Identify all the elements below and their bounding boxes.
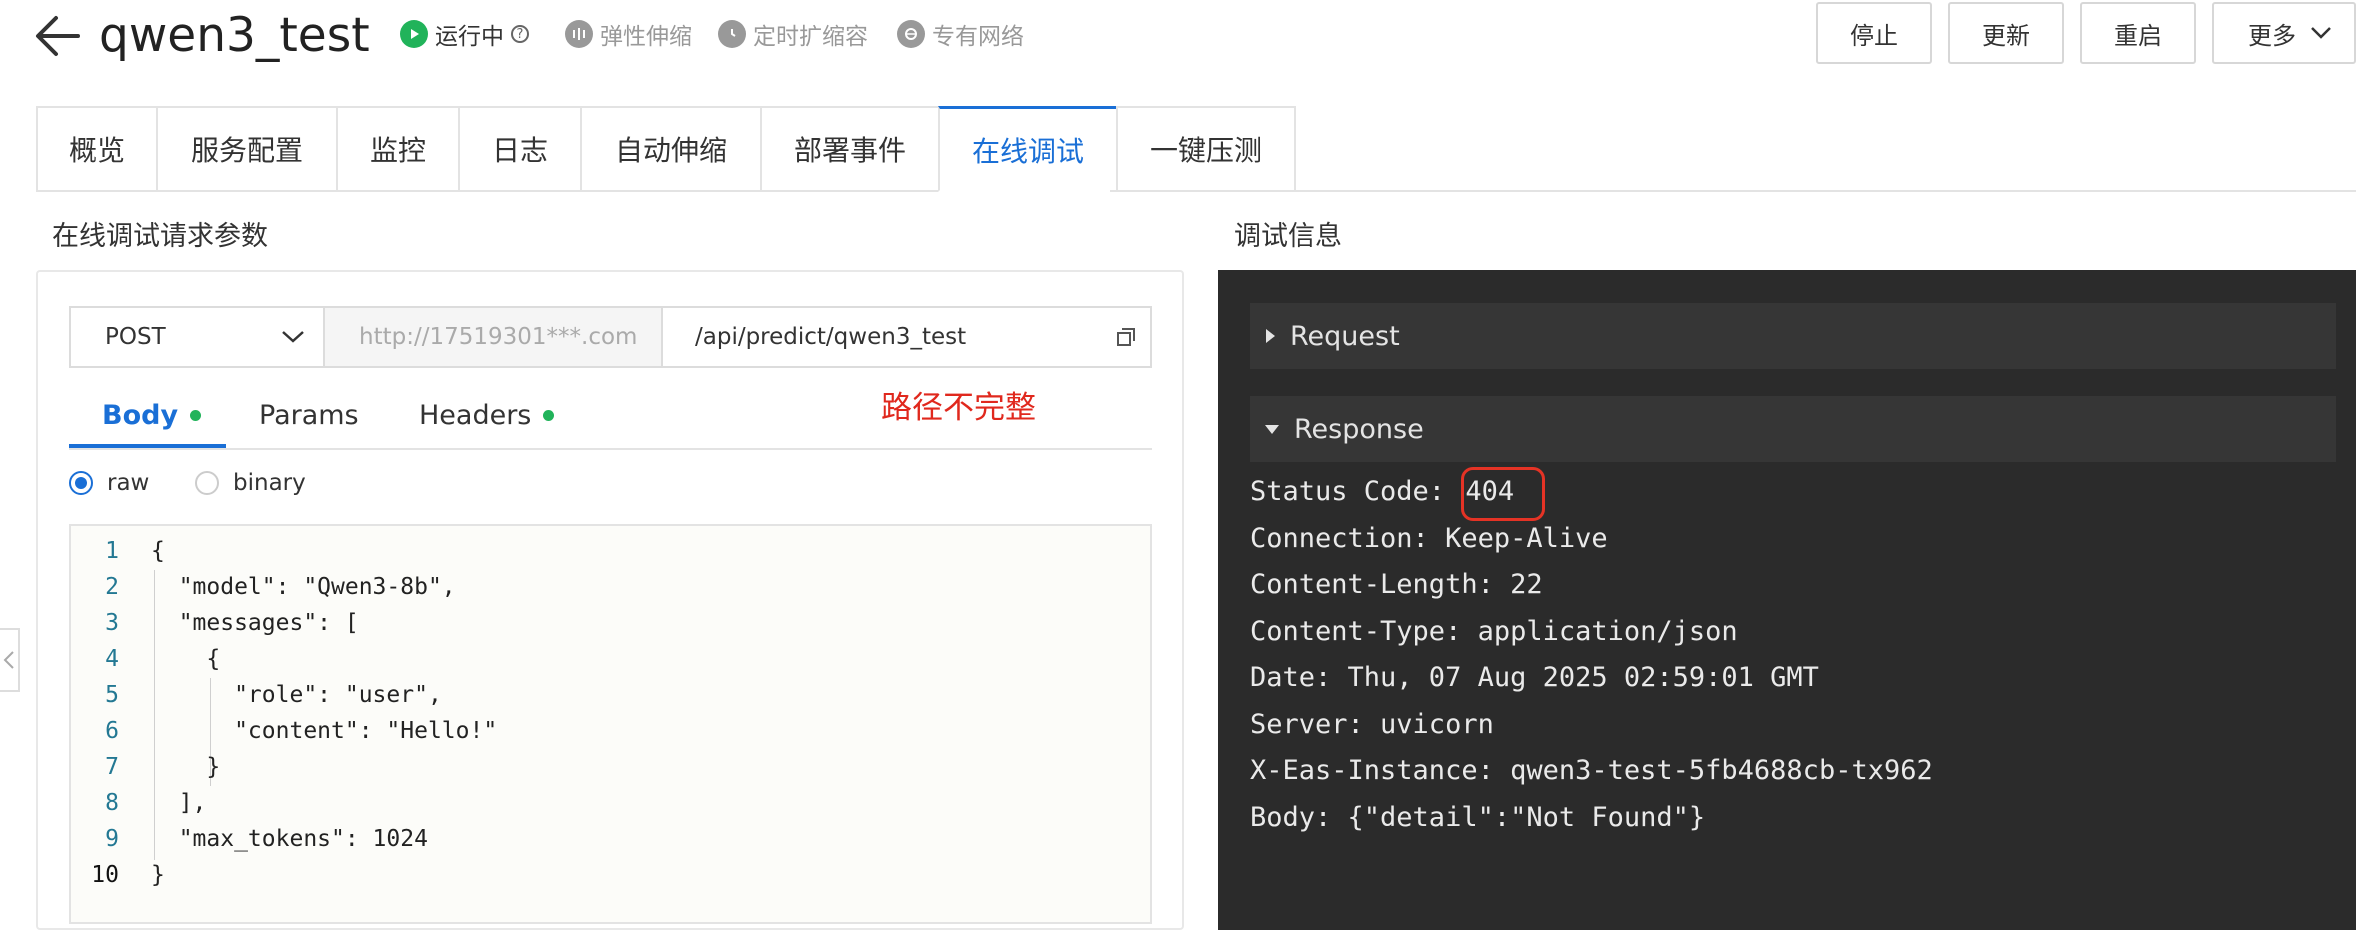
code-line: "messages": [ bbox=[151, 610, 359, 636]
tab-divider bbox=[1110, 190, 2356, 192]
radio-raw-label: raw bbox=[107, 470, 150, 496]
more-label: 更多 bbox=[2248, 21, 2296, 50]
tab-online-debug[interactable]: 在线调试 bbox=[938, 106, 1118, 192]
chevron-down-icon bbox=[2311, 27, 2331, 39]
chevron-left-icon bbox=[3, 651, 14, 669]
play-circle-icon bbox=[400, 20, 428, 48]
line-number: 2 bbox=[105, 574, 119, 600]
code-line: { bbox=[151, 538, 165, 564]
line-number-active: 10 bbox=[91, 862, 119, 888]
request-params-title: 在线调试请求参数 bbox=[52, 221, 268, 252]
collapse-sidebar-button[interactable] bbox=[0, 628, 20, 692]
page-title: qwen3_test bbox=[99, 8, 370, 63]
response-header-line: Connection: Keep-Alive bbox=[1250, 523, 1608, 554]
status-label: 弹性伸缩 bbox=[600, 24, 692, 50]
status-label: 专有网络 bbox=[932, 24, 1024, 50]
restart-button[interactable]: 重启 bbox=[2080, 2, 2196, 64]
code-line: } bbox=[151, 862, 165, 888]
tab-service-config[interactable]: 服务配置 bbox=[156, 106, 338, 192]
response-header-line: Server: uvicorn bbox=[1250, 709, 1494, 740]
subtab-body[interactable]: Body bbox=[102, 382, 202, 448]
code-line: ], bbox=[151, 790, 207, 816]
line-number: 1 bbox=[105, 538, 119, 564]
method-value: POST bbox=[105, 324, 166, 350]
network-icon bbox=[897, 20, 925, 48]
subtab-body-label: Body bbox=[102, 399, 179, 431]
code-editor[interactable]: 1 2 3 4 5 6 7 8 9 10 { "model": "Qwen3-8… bbox=[69, 524, 1152, 924]
line-number: 8 bbox=[105, 790, 119, 816]
subtab-headers-label: Headers bbox=[419, 399, 532, 431]
line-number: 9 bbox=[105, 826, 119, 852]
tab-stress-test[interactable]: 一键压测 bbox=[1116, 106, 1296, 192]
tab-overview[interactable]: 概览 bbox=[36, 106, 158, 192]
clock-icon bbox=[718, 20, 746, 48]
radio-raw[interactable]: raw bbox=[69, 470, 149, 496]
tab-bar: 概览 服务配置 监控 日志 自动伸缩 部署事件 在线调试 一键压测 bbox=[36, 106, 1296, 192]
request-label: Request bbox=[1290, 320, 1400, 352]
radio-button[interactable] bbox=[195, 471, 219, 495]
chevron-down-icon bbox=[282, 331, 304, 343]
tab-logs[interactable]: 日志 bbox=[458, 106, 582, 192]
tab-deploy-events[interactable]: 部署事件 bbox=[760, 106, 940, 192]
tab-autoscale[interactable]: 自动伸缩 bbox=[580, 106, 762, 192]
status-label: 运行中 bbox=[435, 24, 504, 50]
line-number: 3 bbox=[105, 610, 119, 636]
caret-right-icon bbox=[1266, 329, 1275, 343]
status-elastic: 弹性伸缩 bbox=[565, 18, 692, 50]
response-header-line: X-Eas-Instance: qwen3-test-5fb4688cb-tx9… bbox=[1250, 755, 1933, 786]
host-field: http://17519301***.com bbox=[325, 308, 663, 366]
status-dot bbox=[543, 409, 555, 421]
more-button[interactable]: 更多 bbox=[2212, 2, 2356, 64]
code-line: } bbox=[151, 754, 221, 780]
subtab-params[interactable]: Params bbox=[259, 382, 359, 448]
back-arrow-icon[interactable] bbox=[34, 14, 82, 58]
line-number: 6 bbox=[105, 718, 119, 744]
code-line: "role": "user", bbox=[151, 682, 442, 708]
url-bar: POST http://17519301***.com /api/predict… bbox=[69, 306, 1152, 368]
status-network: 专有网络 bbox=[897, 18, 1024, 50]
status-code-highlight bbox=[1461, 467, 1545, 521]
code-line: "content": "Hello!" bbox=[151, 718, 498, 744]
method-select[interactable]: POST bbox=[71, 308, 325, 366]
code-line: "max_tokens": 1024 bbox=[151, 826, 428, 852]
response-label: Response bbox=[1294, 413, 1424, 445]
status-dot bbox=[190, 409, 202, 421]
radio-binary[interactable]: binary bbox=[195, 470, 306, 496]
request-accordion[interactable]: Request bbox=[1250, 303, 2336, 369]
response-accordion[interactable]: Response bbox=[1250, 396, 2336, 462]
tab-monitor[interactable]: 监控 bbox=[336, 106, 460, 192]
code-line: "model": "Qwen3-8b", bbox=[151, 574, 456, 600]
subtab-headers[interactable]: Headers bbox=[419, 382, 555, 448]
annotation-incomplete-path: 路径不完整 bbox=[881, 390, 1036, 426]
status-running: 运行中 ? bbox=[400, 18, 529, 50]
status-label: 定时扩缩容 bbox=[753, 24, 868, 50]
code-line: { bbox=[151, 646, 221, 672]
debug-info-title: 调试信息 bbox=[1234, 221, 1342, 252]
stop-button[interactable]: 停止 bbox=[1816, 2, 1932, 64]
line-number: 7 bbox=[105, 754, 119, 780]
line-number: 5 bbox=[105, 682, 119, 708]
line-number: 4 bbox=[105, 646, 119, 672]
copy-icon[interactable] bbox=[1116, 327, 1136, 347]
response-header-line: Date: Thu, 07 Aug 2025 02:59:01 GMT bbox=[1250, 662, 1819, 693]
update-button[interactable]: 更新 bbox=[1948, 2, 2064, 64]
status-schedule: 定时扩缩容 bbox=[718, 18, 868, 50]
response-header-line: Content-Length: 22 bbox=[1250, 569, 1543, 600]
caret-down-icon bbox=[1265, 425, 1279, 434]
path-input[interactable]: /api/predict/qwen3_test bbox=[663, 308, 1150, 366]
radio-button-checked[interactable] bbox=[69, 471, 93, 495]
status-code-label: Status Code: bbox=[1250, 476, 1446, 507]
radio-binary-label: binary bbox=[233, 470, 306, 496]
response-body-line: Body: {"detail":"Not Found"} bbox=[1250, 802, 1706, 833]
path-value: /api/predict/qwen3_test bbox=[695, 324, 967, 350]
active-subtab-underline bbox=[69, 444, 226, 448]
help-icon[interactable]: ? bbox=[511, 25, 529, 43]
elastic-icon bbox=[565, 20, 593, 48]
response-header-line: Content-Type: application/json bbox=[1250, 616, 1738, 647]
